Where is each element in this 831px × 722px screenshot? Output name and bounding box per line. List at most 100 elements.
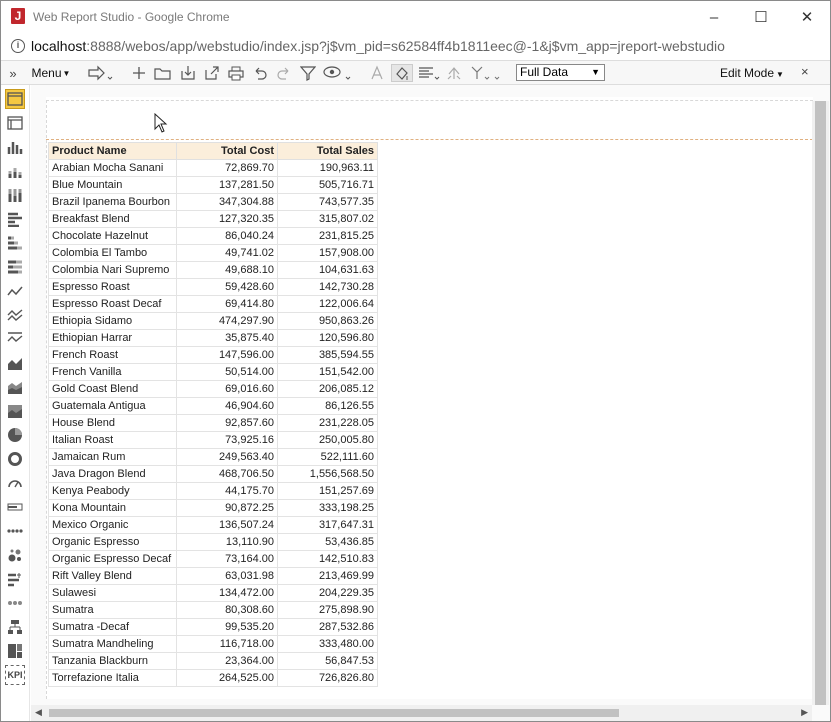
column-header-total-sales[interactable]: Total Sales	[277, 142, 378, 160]
menu-button[interactable]: Menu ▼	[31, 64, 71, 82]
cell-total-cost[interactable]: 23,364.00	[176, 652, 278, 670]
view-eye-icon[interactable]	[322, 64, 354, 82]
horizontal-scroll-thumb[interactable]	[49, 709, 619, 717]
table-row[interactable]: Torrefazione Italia 264,525.00 726,826.80	[48, 669, 378, 687]
table-row[interactable]: Colombia El Tambo 49,741.02 157,908.00	[48, 244, 378, 262]
table-row[interactable]: Guatemala Antigua 46,904.60 86,126.55	[48, 397, 378, 415]
data-mode-select[interactable]: Full Data ▼	[516, 64, 605, 81]
filter-icon[interactable]	[298, 64, 318, 82]
cell-total-cost[interactable]: 59,428.60	[176, 278, 278, 296]
cell-total-sales[interactable]: 151,257.69	[277, 482, 378, 500]
table-row[interactable]: Sulawesi 134,472.00 204,229.35	[48, 584, 378, 602]
cell-total-sales[interactable]: 315,807.02	[277, 210, 378, 228]
gauge-chart-icon[interactable]	[5, 473, 25, 493]
cell-product-name[interactable]: Guatemala Antigua	[48, 397, 177, 415]
cell-product-name[interactable]: House Blend	[48, 414, 177, 432]
vertical-scroll-thumb[interactable]	[815, 101, 826, 705]
table-row[interactable]: Breakfast Blend 127,320.35 315,807.02	[48, 210, 378, 228]
cell-total-cost[interactable]: 63,031.98	[176, 567, 278, 585]
stacked-line-chart-icon[interactable]	[5, 305, 25, 325]
cell-product-name[interactable]: Torrefazione Italia	[48, 669, 177, 687]
cell-total-sales[interactable]: 142,730.28	[277, 278, 378, 296]
percent-area-chart-icon[interactable]	[5, 401, 25, 421]
cell-total-sales[interactable]: 950,863.26	[277, 312, 378, 330]
cell-total-sales[interactable]: 206,085.12	[277, 380, 378, 398]
cell-total-sales[interactable]: 250,005.80	[277, 431, 378, 449]
cell-total-cost[interactable]: 49,688.10	[176, 261, 278, 279]
donut-chart-icon[interactable]	[5, 449, 25, 469]
cell-total-cost[interactable]: 136,507.24	[176, 516, 278, 534]
table-row[interactable]: Espresso Roast 59,428.60 142,730.28	[48, 278, 378, 296]
stacked-bar-chart-icon[interactable]	[5, 233, 25, 253]
table-row[interactable]: Rift Valley Blend 63,031.98 213,469.99	[48, 567, 378, 585]
cell-total-cost[interactable]: 249,563.40	[176, 448, 278, 466]
cell-total-sales[interactable]: 333,480.00	[277, 635, 378, 653]
table-row[interactable]: Sumatra -Decaf 99,535.20 287,532.86	[48, 618, 378, 636]
bar-chart-icon[interactable]	[5, 209, 25, 229]
address-bar[interactable]: i localhost:8888/webos/app/webstudio/ind…	[1, 33, 830, 60]
cell-product-name[interactable]: Chocolate Hazelnut	[48, 227, 177, 245]
table-row[interactable]: Ethiopia Sidamo 474,297.90 950,863.26	[48, 312, 378, 330]
cell-total-sales[interactable]: 317,647.31	[277, 516, 378, 534]
cell-total-sales[interactable]: 275,898.90	[277, 601, 378, 619]
cell-total-cost[interactable]: 474,297.90	[176, 312, 278, 330]
cell-total-sales[interactable]: 522,111.60	[277, 448, 378, 466]
expand-panel-button[interactable]: »	[7, 64, 19, 82]
cell-total-sales[interactable]: 151,542.00	[277, 363, 378, 381]
pie-chart-icon[interactable]	[5, 425, 25, 445]
stacked-column-chart-icon[interactable]	[5, 161, 25, 181]
cell-total-sales[interactable]: 142,510.83	[277, 550, 378, 568]
table-row[interactable]: Organic Espresso Decaf 73,164.00 142,510.8…	[48, 550, 378, 568]
cell-total-sales[interactable]: 122,006.64	[277, 295, 378, 313]
cell-total-cost[interactable]: 86,040.24	[176, 227, 278, 245]
table-row[interactable]: Espresso Roast Decaf 69,414.80 122,006.64	[48, 295, 378, 313]
dot-chart-icon[interactable]	[5, 521, 25, 541]
treemap-chart-icon[interactable]	[5, 641, 25, 661]
align-icon[interactable]	[417, 64, 441, 82]
cell-product-name[interactable]: Organic Espresso Decaf	[48, 550, 177, 568]
cell-total-cost[interactable]: 147,596.00	[176, 346, 278, 364]
percent-line-chart-icon[interactable]	[5, 329, 25, 349]
table-row[interactable]: French Vanilla 50,514.00 151,542.00	[48, 363, 378, 381]
horizontal-scrollbar[interactable]: ◀ ▶	[31, 705, 812, 721]
undo-icon[interactable]	[250, 64, 270, 82]
cell-total-cost[interactable]: 69,016.60	[176, 380, 278, 398]
cell-product-name[interactable]: Arabian Mocha Sanani	[48, 159, 177, 177]
column-header-product-name[interactable]: Product Name	[48, 142, 177, 160]
cell-product-name[interactable]: Sulawesi	[48, 584, 177, 602]
bullet-chart-icon[interactable]	[5, 497, 25, 517]
cell-product-name[interactable]: Rift Valley Blend	[48, 567, 177, 585]
info-icon[interactable]: i	[11, 39, 25, 53]
cell-product-name[interactable]: Ethiopia Sidamo	[48, 312, 177, 330]
report-table[interactable]: Product Name Total Cost Total Sales Arab…	[48, 142, 378, 687]
url-text[interactable]: localhost:8888/webos/app/webstudio/index…	[31, 38, 725, 54]
table-row[interactable]: Sumatra 80,308.60 275,898.90	[48, 601, 378, 619]
cell-product-name[interactable]: Organic Espresso	[48, 533, 177, 551]
scroll-left-icon[interactable]: ◀	[35, 707, 42, 718]
table-row[interactable]: Italian Roast 73,925.16 250,005.80	[48, 431, 378, 449]
cell-total-cost[interactable]: 80,308.60	[176, 601, 278, 619]
table-row[interactable]: Arabian Mocha Sanani 72,869.70 190,963.11	[48, 159, 378, 177]
kpi-component-icon[interactable]: KPI	[5, 665, 25, 685]
cell-total-sales[interactable]: 1,556,568.50	[277, 465, 378, 483]
cell-total-sales[interactable]: 204,229.35	[277, 584, 378, 602]
table-row[interactable]: Gold Coast Blend 69,016.60 206,085.12	[48, 380, 378, 398]
cell-total-cost[interactable]: 73,925.16	[176, 431, 278, 449]
table-row[interactable]: Kenya Peabody 44,175.70 151,257.69	[48, 482, 378, 500]
cell-product-name[interactable]: French Vanilla	[48, 363, 177, 381]
table-row[interactable]: Blue Mountain 137,281.50 505,716.71	[48, 176, 378, 194]
edit-mode-dropdown[interactable]: Edit Mode ▼	[720, 66, 784, 80]
redo-icon[interactable]	[274, 64, 294, 82]
cell-total-cost[interactable]: 50,514.00	[176, 363, 278, 381]
close-report-button[interactable]: ×	[801, 64, 809, 79]
maximize-button[interactable]: ☐	[738, 4, 784, 30]
table-row[interactable]: French Roast 147,596.00 385,594.55	[48, 346, 378, 364]
cell-product-name[interactable]: Sumatra -Decaf	[48, 618, 177, 636]
cell-product-name[interactable]: Colombia El Tambo	[48, 244, 177, 262]
table-row[interactable]: Organic Espresso 13,110.90 53,436.85	[48, 533, 378, 551]
combo-chart-icon[interactable]	[5, 569, 25, 589]
table-row[interactable]: Chocolate Hazelnut 86,040.24 231,815.25	[48, 227, 378, 245]
table-row[interactable]: House Blend 92,857.60 231,228.05	[48, 414, 378, 432]
drill-down-icon[interactable]	[468, 64, 502, 82]
cell-product-name[interactable]: Ethiopian Harrar	[48, 329, 177, 347]
